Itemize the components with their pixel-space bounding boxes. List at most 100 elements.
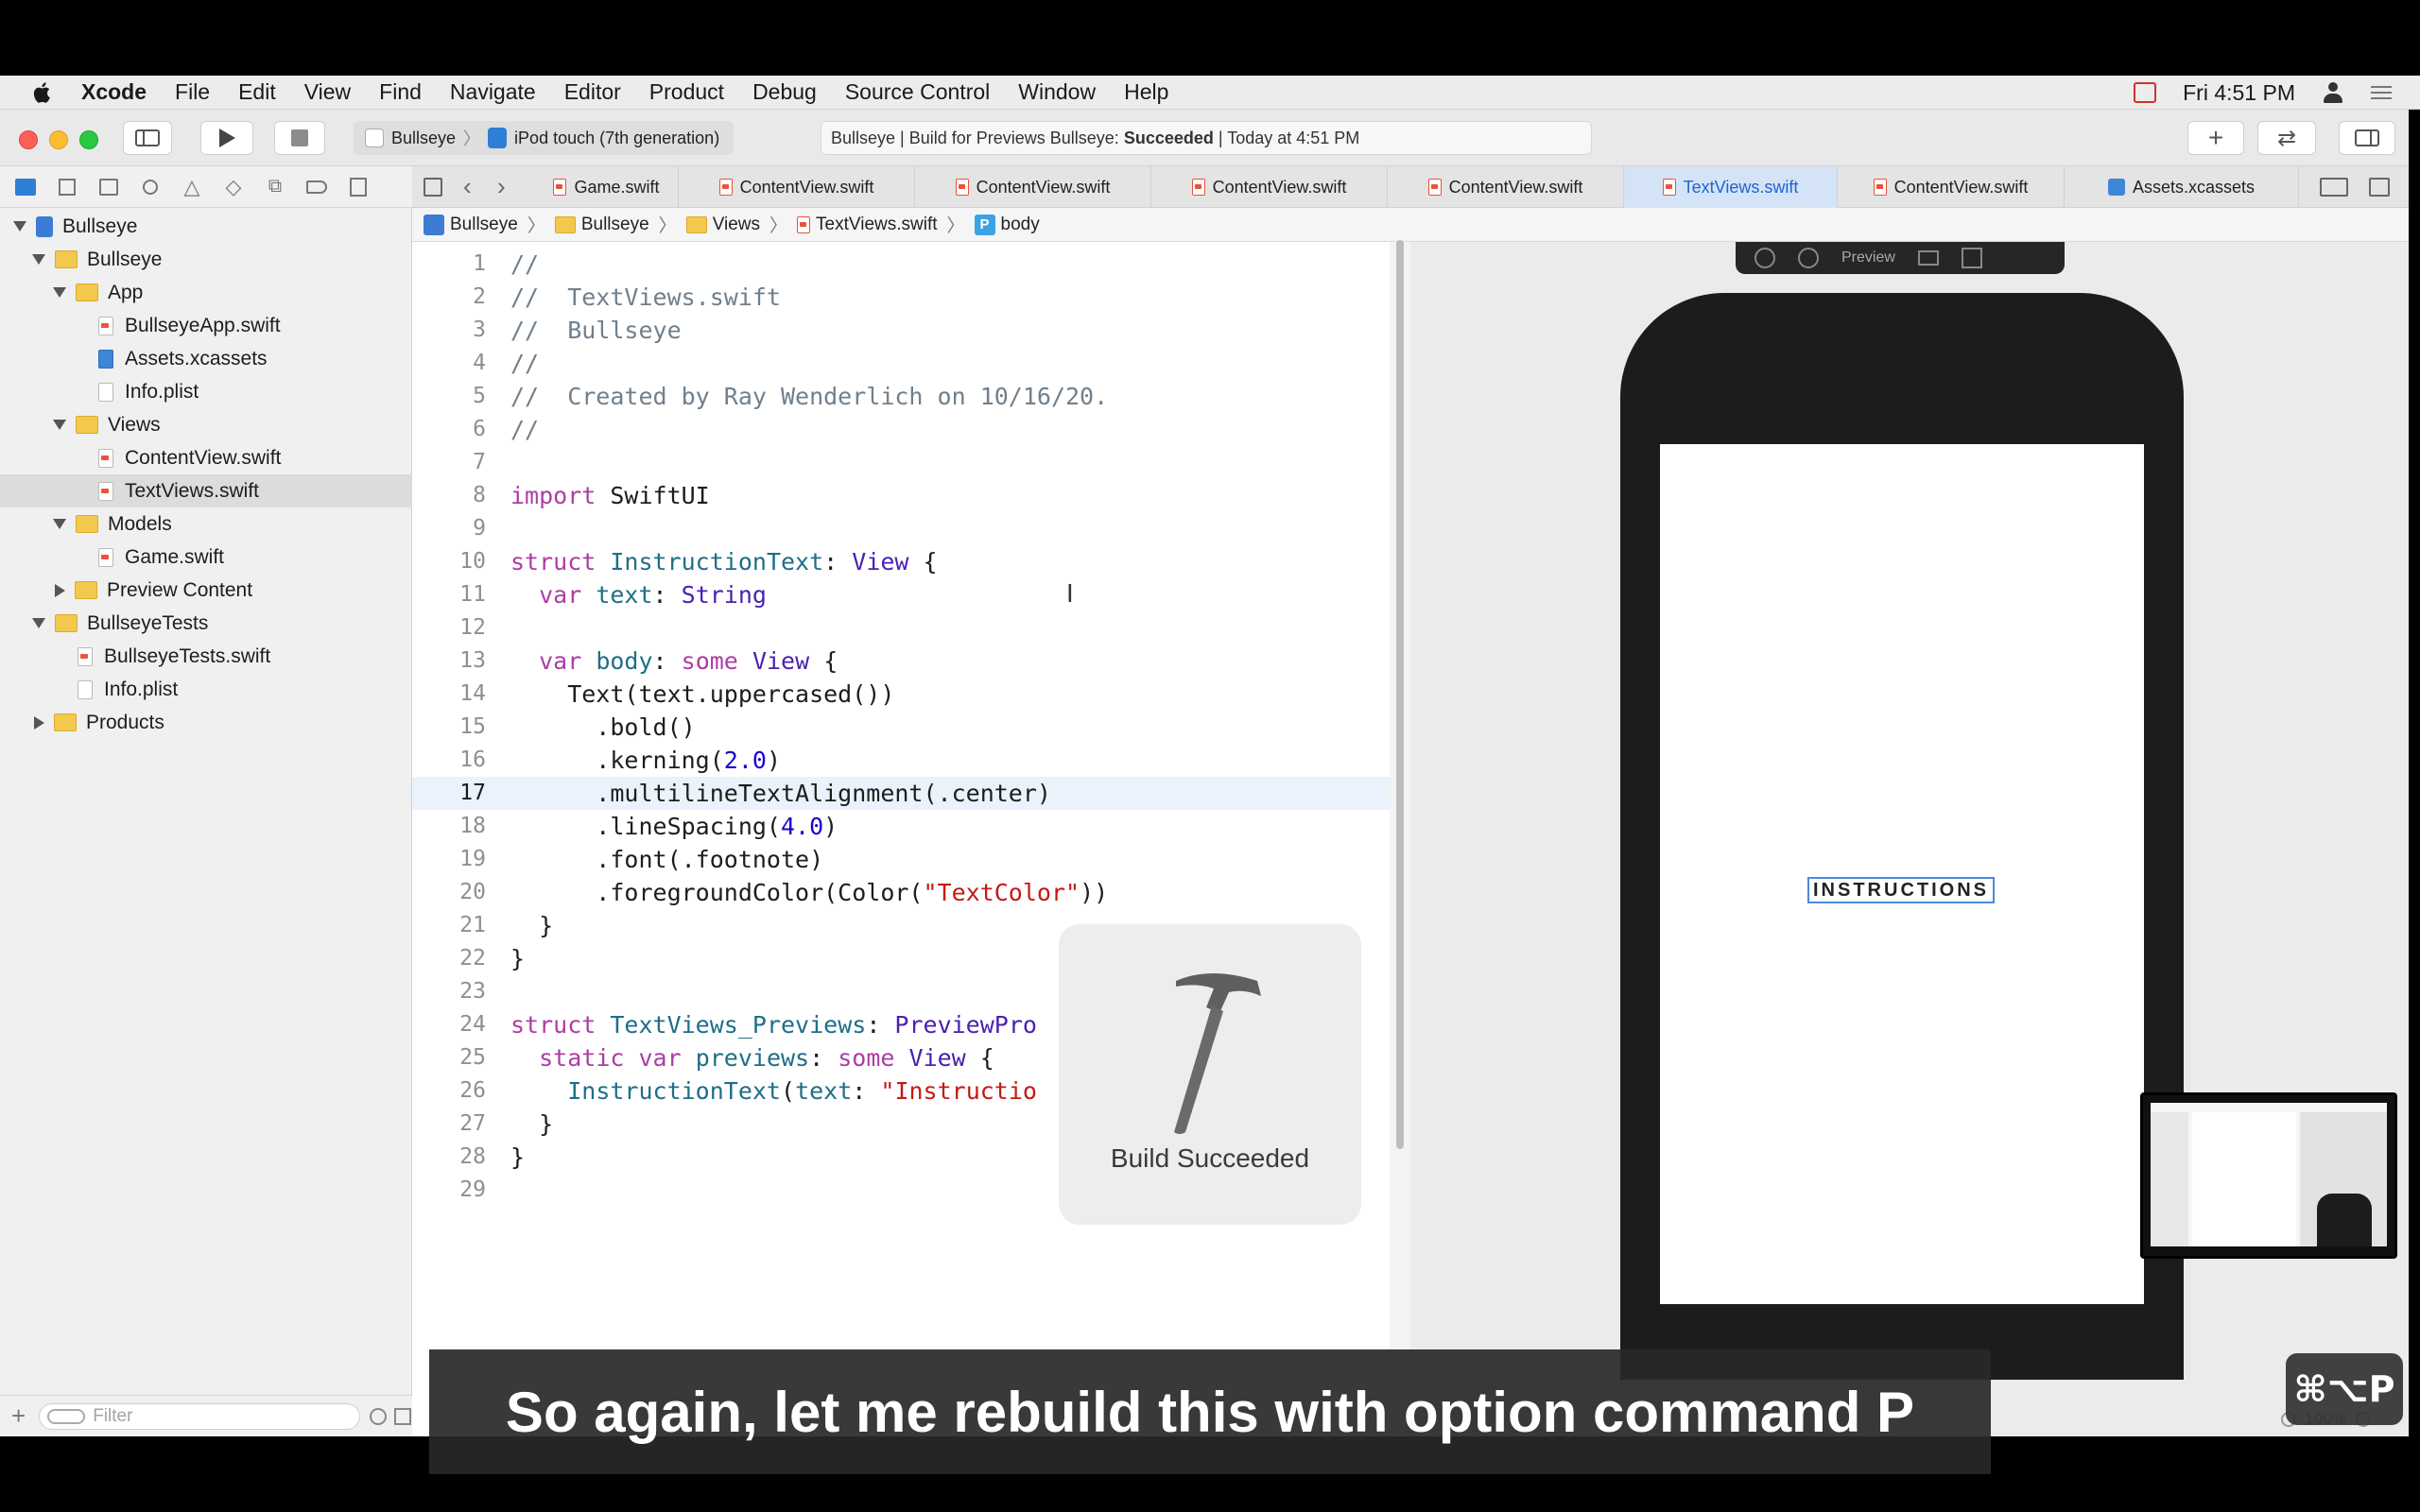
project-navigator-icon[interactable] <box>13 175 38 199</box>
tab-textviews-swift[interactable]: TextViews.swift <box>1624 166 1838 208</box>
tab-contentview-2[interactable]: ContentView.swift <box>915 166 1151 208</box>
run-button[interactable] <box>200 121 253 155</box>
add-file-button[interactable]: + <box>11 1401 26 1431</box>
menu-find[interactable]: Find <box>379 79 422 105</box>
close-window-button[interactable] <box>19 130 38 149</box>
tab-assets-xcassets[interactable]: Assets.xcassets <box>2065 166 2299 208</box>
nav-item-game-swift[interactable]: Game.swift <box>0 541 412 574</box>
jump-item-group[interactable]: Bullseye <box>581 215 649 235</box>
editor-options-icon[interactable] <box>2320 178 2348 197</box>
related-items-icon[interactable] <box>424 178 442 197</box>
notification-center-icon[interactable] <box>2371 86 2392 99</box>
nav-item-bullseyeapp-swift[interactable]: BullseyeApp.swift <box>0 309 412 342</box>
apple-menu-icon[interactable] <box>32 80 53 105</box>
tab-game-swift[interactable]: Game.swift <box>535 166 679 208</box>
filter-field[interactable]: Filter <box>39 1402 361 1430</box>
device-settings-icon[interactable] <box>1917 250 1939 266</box>
source-control-navigator-icon[interactable] <box>55 175 79 199</box>
back-arrow-icon[interactable]: ‹ <box>463 172 472 201</box>
disclosure-open-icon[interactable] <box>53 420 66 430</box>
menu-editor[interactable]: Editor <box>564 79 621 105</box>
forward-arrow-icon[interactable]: › <box>497 172 506 201</box>
screenshot-thumbnail[interactable] <box>2140 1092 2397 1259</box>
swift-file-icon <box>1662 179 1676 196</box>
symbol-navigator-icon[interactable] <box>96 175 121 199</box>
menu-navigate[interactable]: Navigate <box>450 79 536 105</box>
tab-label: Game.swift <box>574 177 660 197</box>
nav-item-bullseye-project[interactable]: Bullseye <box>0 210 412 243</box>
menu-window[interactable]: Window <box>1018 79 1096 105</box>
report-navigator-icon[interactable] <box>346 175 371 199</box>
keyboard-shortcut-overlay: ⌘⌥P <box>2286 1353 2403 1425</box>
source-editor[interactable]: 1 // 2 // TextViews.swift 3 // Bullseye 4 //… <box>412 242 1390 1436</box>
minimize-window-button[interactable] <box>49 130 68 149</box>
code-text: // TextViews.swift <box>510 284 781 311</box>
nav-item-views-group[interactable]: Views <box>0 408 412 441</box>
jump-item-project[interactable]: Bullseye <box>450 215 518 235</box>
nav-item-textviews-swift[interactable]: TextViews.swift <box>0 474 412 507</box>
code-review-button[interactable]: ⇄ <box>2257 121 2316 155</box>
debug-navigator-icon[interactable]: ⧉ <box>263 175 287 199</box>
menu-edit[interactable]: Edit <box>238 79 276 105</box>
nav-item-info-plist[interactable]: Info.plist <box>0 375 412 408</box>
stop-button[interactable] <box>274 121 325 155</box>
test-navigator-icon[interactable]: ◇ <box>221 175 246 199</box>
tab-contentview-1[interactable]: ContentView.swift <box>679 166 915 208</box>
code-text: } <box>510 1110 554 1138</box>
code-text: .bold() <box>510 713 696 741</box>
tab-contentview-3[interactable]: ContentView.swift <box>1151 166 1388 208</box>
screen-recording-icon[interactable] <box>2134 82 2157 103</box>
nav-item-preview-content-group[interactable]: Preview Content <box>0 574 412 607</box>
nav-item-bullseye-group[interactable]: Bullseye <box>0 243 412 276</box>
issue-navigator-icon[interactable]: △ <box>180 175 204 199</box>
scheme-selector[interactable]: Bullseye 〉 iPod touch (7th generation) <box>354 121 734 155</box>
disclosure-open-icon[interactable] <box>53 287 66 298</box>
toggle-navigator-button[interactable] <box>123 121 172 155</box>
jump-item-file[interactable]: TextViews.swift <box>816 215 937 235</box>
source-control-filter-icon[interactable] <box>394 1407 412 1425</box>
disclosure-open-icon[interactable] <box>32 254 45 265</box>
jump-item-symbol[interactable]: body <box>1001 215 1040 235</box>
menu-xcode[interactable]: Xcode <box>81 79 147 105</box>
menu-view[interactable]: View <box>304 79 351 105</box>
editor-tab-bar: ‹ › Game.swift ContentView.swift Content… <box>412 166 2409 208</box>
toggle-inspector-button[interactable] <box>2339 121 2395 155</box>
add-editor-icon[interactable] <box>2369 178 2390 197</box>
library-button[interactable]: + <box>2187 121 2244 155</box>
menu-debug[interactable]: Debug <box>752 79 817 105</box>
tab-contentview-5[interactable]: ContentView.swift <box>1838 166 2065 208</box>
menu-file[interactable]: File <box>175 79 210 105</box>
zoom-window-button[interactable] <box>79 130 98 149</box>
user-icon[interactable] <box>2322 81 2344 104</box>
swift-file-icon <box>1873 179 1887 196</box>
recent-files-icon[interactable] <box>370 1407 388 1425</box>
tab-contentview-4[interactable]: ContentView.swift <box>1388 166 1624 208</box>
inspect-preview-icon[interactable] <box>1798 248 1819 268</box>
find-navigator-icon[interactable] <box>138 175 163 199</box>
disclosure-open-icon[interactable] <box>13 221 26 232</box>
menubar-clock[interactable]: Fri 4:51 PM <box>2183 80 2295 106</box>
disclosure-open-icon[interactable] <box>53 519 66 529</box>
nav-item-products-group[interactable]: Products <box>0 706 412 739</box>
disclosure-open-icon[interactable] <box>32 618 45 628</box>
disclosure-closed-icon[interactable] <box>55 583 65 597</box>
duplicate-preview-icon[interactable] <box>1961 248 1982 268</box>
live-preview-icon[interactable] <box>1754 248 1775 268</box>
nav-item-contentview-swift[interactable]: ContentView.swift <box>0 441 412 474</box>
nav-item-bullseyetests-group[interactable]: BullseyeTests <box>0 607 412 640</box>
nav-item-bullseyetests-swift[interactable]: BullseyeTests.swift <box>0 640 412 673</box>
jump-item-views[interactable]: Views <box>713 215 760 235</box>
disclosure-closed-icon[interactable] <box>34 715 44 730</box>
preview-label: Preview <box>1841 249 1895 266</box>
assets-catalog-icon <box>98 349 113 369</box>
menu-help[interactable]: Help <box>1124 79 1168 105</box>
breakpoint-navigator-icon[interactable] <box>304 175 329 199</box>
editor-scrollbar-thumb[interactable] <box>1396 240 1404 1149</box>
nav-item-assets-xcassets[interactable]: Assets.xcassets <box>0 342 412 375</box>
menu-product[interactable]: Product <box>649 79 724 105</box>
nav-item-models-group[interactable]: Models <box>0 507 412 541</box>
nav-item-tests-info-plist[interactable]: Info.plist <box>0 673 412 706</box>
menu-source-control[interactable]: Source Control <box>845 79 990 105</box>
nav-item-app-group[interactable]: App <box>0 276 412 309</box>
instruction-text-preview[interactable]: INSTRUCTIONS <box>1807 877 1995 903</box>
